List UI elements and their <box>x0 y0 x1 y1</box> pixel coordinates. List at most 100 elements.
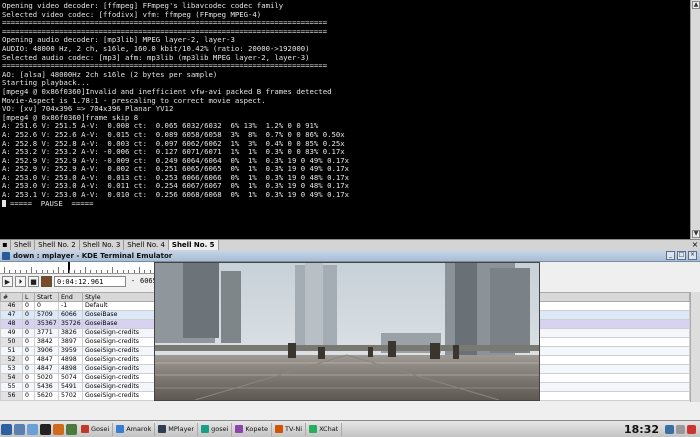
play-icon[interactable]: ▶ <box>2 275 13 287</box>
taskbar-task[interactable]: gosei <box>198 422 233 436</box>
taskbar-task[interactable]: MPlayer <box>155 422 199 436</box>
cell-n: 51 <box>0 346 23 356</box>
power-icon[interactable] <box>687 424 696 434</box>
tab-shell-1[interactable]: Shell <box>11 240 36 250</box>
konsole-icon[interactable] <box>40 423 51 435</box>
task-label: gosei <box>211 425 229 433</box>
cell-l: 0 <box>22 382 35 392</box>
time-separator: - <box>131 277 135 285</box>
task-app-icon <box>235 425 244 433</box>
cell-end: 3897 <box>58 337 83 347</box>
cell-start: 5709 <box>34 310 59 320</box>
tab-shell-5[interactable]: Shell No. 5 <box>168 240 219 250</box>
terminal-line: A: 253.1 V: 253.0 A-V: 0.010 ct: 0.256 6… <box>2 190 350 200</box>
terminal-scrollbar[interactable]: ▲ ▼ <box>690 0 700 239</box>
volume-icon[interactable] <box>676 424 685 434</box>
cell-end: 4898 <box>58 364 83 374</box>
taskbar-task[interactable]: TV-Ni <box>272 422 307 436</box>
snap-icon[interactable] <box>41 275 52 287</box>
waveform-tick <box>68 270 70 273</box>
scroll-up-icon[interactable]: ▲ <box>692 1 700 9</box>
column-header[interactable]: # <box>0 292 23 302</box>
waveform-tick <box>31 267 32 273</box>
cell-end: 35726 <box>58 319 83 329</box>
video-image <box>155 263 539 400</box>
cell-l: 0 <box>22 337 35 347</box>
task-app-icon <box>81 425 89 433</box>
task-label: MPlayer <box>168 425 195 433</box>
task-label: TV-Ni <box>285 425 303 433</box>
cell-n: 50 <box>0 337 23 347</box>
waveform-tick <box>14 270 16 273</box>
waveform-tick <box>79 270 81 273</box>
waveform-tick <box>106 270 108 273</box>
cell-start: 4847 <box>34 364 59 374</box>
waveform-tick <box>144 270 146 273</box>
kde-menu-icon[interactable] <box>1 423 12 435</box>
cell-l: 0 <box>22 355 35 365</box>
cell-l: 0 <box>22 319 35 329</box>
playback-controls: ▶ ⏵ ■ 0:04:12.961 - 6065 <box>0 274 157 288</box>
window-titlebar[interactable]: down : mplayer - KDE Terminal Emulator _… <box>0 250 700 262</box>
grid-scrollbar[interactable] <box>690 292 700 402</box>
desktop-icon[interactable] <box>14 423 25 435</box>
waveform-tick <box>90 270 92 273</box>
app-launcher-icon[interactable] <box>66 423 77 435</box>
cell-end: 5491 <box>58 382 83 392</box>
task-label: Kopete <box>245 425 268 433</box>
play-selection-icon[interactable]: ⏵ <box>15 275 26 287</box>
taskbar-task[interactable]: Amarok <box>113 422 156 436</box>
waveform-tick <box>112 267 113 273</box>
cell-l: 0 <box>22 346 35 356</box>
column-header[interactable]: End <box>58 292 83 302</box>
tab-shell-2[interactable]: Shell No. 2 <box>35 240 80 250</box>
audio-waveform[interactable] <box>0 262 155 274</box>
tab-shell-4[interactable]: Shell No. 4 <box>124 240 169 250</box>
column-header[interactable]: Start <box>34 292 59 302</box>
cell-end: 3826 <box>58 328 83 338</box>
scroll-down-icon[interactable]: ▼ <box>692 230 700 238</box>
terminal-output[interactable]: Opening video decoder: [ffmpeg] FFmpeg's… <box>0 0 690 239</box>
tab-shell-3[interactable]: Shell No. 3 <box>80 240 125 250</box>
cell-l: 0 <box>22 373 35 383</box>
taskbar-task[interactable]: Gosei <box>78 422 114 436</box>
cell-n: 47 <box>0 310 23 320</box>
cell-n: 52 <box>0 355 23 365</box>
waveform-tick <box>133 270 135 273</box>
clock[interactable]: 18:32 <box>624 423 665 436</box>
taskbar-task[interactable]: Kopete <box>232 422 272 436</box>
waveform-tick <box>63 270 65 273</box>
maximize-icon[interactable]: □ <box>677 251 686 260</box>
waveform-tick <box>117 270 119 273</box>
waveform-tick <box>74 270 76 273</box>
column-header[interactable]: L <box>22 292 35 302</box>
waveform-tick <box>47 270 49 273</box>
network-icon[interactable] <box>665 424 674 434</box>
close-tab-icon[interactable]: × <box>690 240 700 250</box>
start-time-field[interactable]: 0:04:12.961 <box>54 275 126 287</box>
task-app-icon <box>275 425 283 433</box>
cell-start: 3771 <box>34 328 59 338</box>
new-tab-icon[interactable]: ▪ <box>0 240 11 250</box>
cell-n: 53 <box>0 364 23 374</box>
cell-n: 54 <box>0 373 23 383</box>
waveform-tick <box>101 270 103 273</box>
terminal-line: AO: [alsa] 48000Hz 2ch s16le (2 bytes pe… <box>2 69 218 79</box>
cell-l: 0 <box>22 301 35 311</box>
minimize-icon[interactable]: _ <box>666 251 675 260</box>
taskbar-task[interactable]: XChat <box>306 422 343 436</box>
waveform-tick <box>25 270 27 273</box>
close-icon[interactable]: × <box>688 251 697 260</box>
waveform-tick <box>139 267 140 273</box>
cell-start: 5020 <box>34 373 59 383</box>
cell-end: 6066 <box>58 310 83 320</box>
firefox-icon[interactable] <box>53 423 64 435</box>
cell-start: 3906 <box>34 346 59 356</box>
terminal-tabbar: ▪ Shell Shell No. 2 Shell No. 3 Shell No. 4… <box>0 239 700 250</box>
waveform-tick <box>9 270 11 273</box>
waveform-tick <box>20 270 22 273</box>
stop-icon[interactable]: ■ <box>28 275 39 287</box>
browser-icon[interactable] <box>27 423 38 435</box>
cell-end: 5074 <box>58 373 83 383</box>
video-frame[interactable] <box>154 262 540 401</box>
